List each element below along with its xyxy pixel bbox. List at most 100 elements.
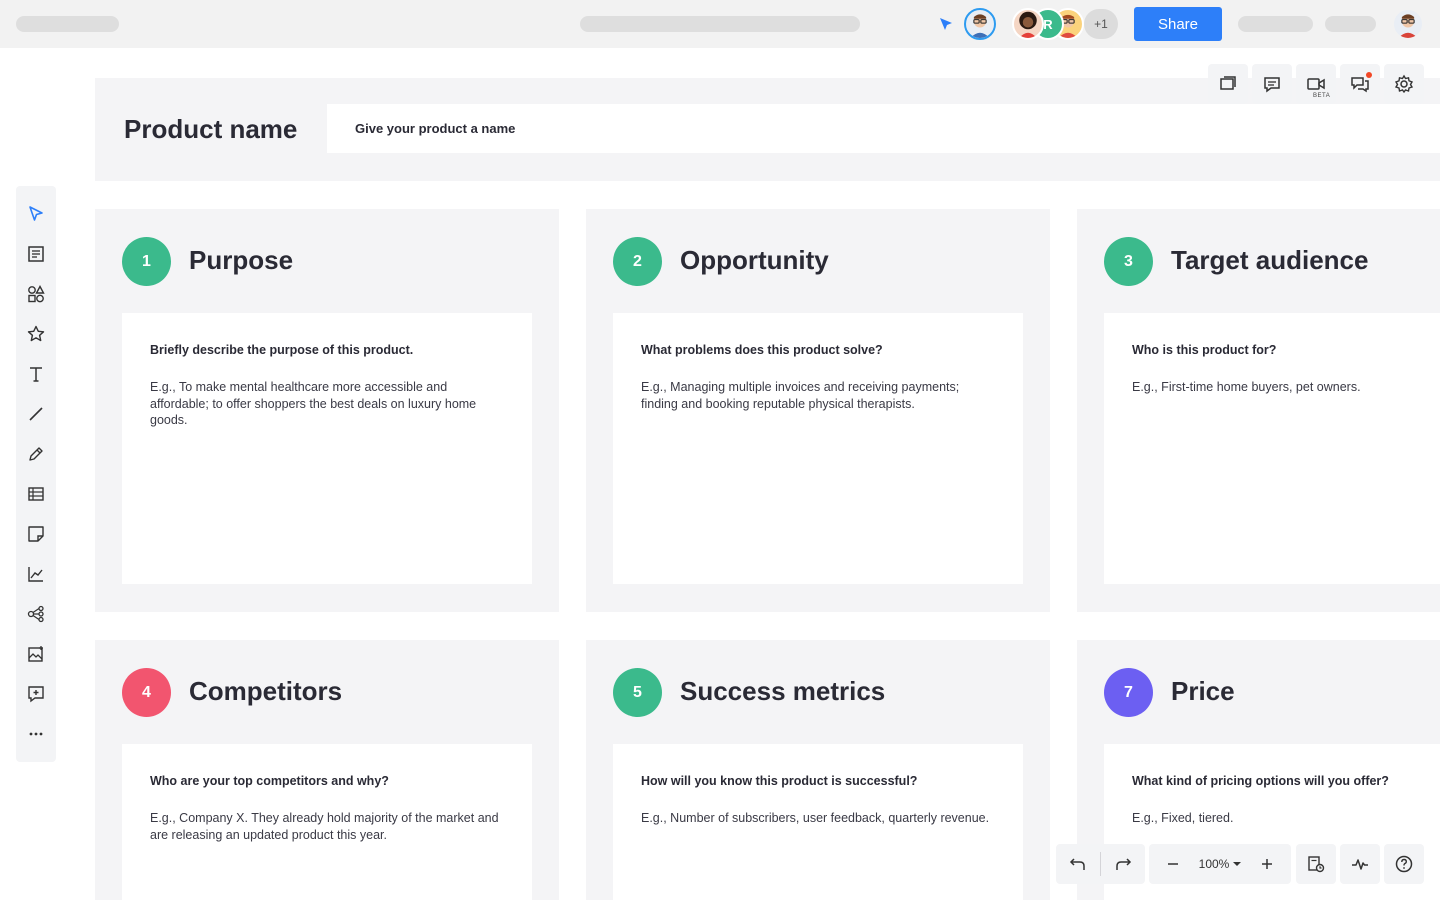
more-dots-icon <box>29 732 43 736</box>
card-number-badge: 4 <box>122 668 171 717</box>
cursor-pointer-icon <box>940 18 952 30</box>
tool-text[interactable] <box>24 362 48 386</box>
add-comment-icon <box>28 686 44 703</box>
card-title: Competitors <box>189 676 343 706</box>
toolbar-placeholder-2[interactable] <box>1325 16 1376 32</box>
activity-pulse-icon <box>1352 859 1368 870</box>
undo-button[interactable] <box>1056 844 1100 884</box>
zoom-in-button[interactable] <box>1255 854 1279 874</box>
card-text-area[interactable]: Who is this product for? E.g., First-tim… <box>1104 313 1440 584</box>
card-question: Who is this product for? <box>1132 343 1277 357</box>
card-question: What problems does this product solve? <box>641 343 883 357</box>
caret-down-icon <box>1233 862 1242 866</box>
comments-button[interactable] <box>1252 64 1292 104</box>
card-number-badge: 1 <box>122 237 171 286</box>
card-number-badge: 2 <box>613 237 662 286</box>
tool-favorites[interactable] <box>24 322 48 346</box>
tool-add-comment[interactable] <box>24 682 48 706</box>
tool-line[interactable] <box>24 402 48 426</box>
tool-table[interactable] <box>24 482 48 506</box>
notification-dot <box>1366 72 1372 78</box>
card-text-area[interactable]: How will you know this product is succes… <box>613 744 1023 900</box>
zoom-out-button[interactable] <box>1161 854 1185 874</box>
product-name-title: Product name <box>124 114 298 144</box>
undo-redo-bar <box>1056 844 1145 884</box>
share-button[interactable]: Share <box>1134 7 1222 41</box>
zoom-level-dropdown[interactable]: 100% <box>1199 857 1242 871</box>
tool-mind-map[interactable] <box>24 602 48 626</box>
card-example: E.g., Number of subscribers, user feedba… <box>641 811 990 825</box>
card-example: E.g., Fixed, tiered. <box>1132 811 1234 825</box>
select-arrow-icon <box>29 206 43 221</box>
tool-upload-image[interactable] <box>24 642 48 666</box>
card-example: E.g., To make mental healthcare more acc… <box>150 380 477 427</box>
frames-button[interactable] <box>1208 64 1248 104</box>
tool-pen[interactable] <box>24 442 48 466</box>
chat-button[interactable] <box>1340 64 1380 104</box>
card-success-metrics: 5 Success metrics How will you know this… <box>586 640 1050 900</box>
beta-label: BETA <box>1313 93 1331 99</box>
left-toolbar <box>16 186 56 762</box>
chart-icon <box>28 567 43 582</box>
card-purpose: 1 Purpose Briefly describe the purpose o… <box>95 209 559 612</box>
tool-select[interactable] <box>24 202 48 226</box>
help-button[interactable] <box>1384 844 1424 884</box>
card-text-area[interactable]: Who are your top competitors and why? E.… <box>122 744 532 900</box>
image-icon <box>28 646 43 662</box>
card-title: Success metrics <box>680 676 886 706</box>
frames-icon <box>1220 76 1236 90</box>
redo-icon <box>1116 858 1132 870</box>
board-history-button[interactable] <box>1296 844 1336 884</box>
line-icon <box>29 407 43 421</box>
redo-button[interactable] <box>1101 844 1145 884</box>
card-number-badge: 3 <box>1104 237 1153 286</box>
undo-icon <box>1069 858 1085 870</box>
shapes-icon <box>28 285 45 303</box>
product-name-field[interactable]: Give your product a name <box>327 104 1440 153</box>
star-icon <box>27 325 45 342</box>
tool-shapes[interactable] <box>24 282 48 306</box>
card-question: How will you know this product is succes… <box>641 774 918 788</box>
pen-icon <box>29 447 43 461</box>
card-competitors: 4 Competitors Who are your top competito… <box>95 640 559 900</box>
card-example: E.g., Managing multiple invoices and rec… <box>641 380 960 411</box>
zoom-level-value: 100% <box>1198 857 1230 871</box>
board-history-icon <box>1308 856 1325 873</box>
more-collaborators-badge[interactable]: +1 <box>1084 9 1118 39</box>
card-title: Purpose <box>189 245 294 275</box>
table-icon <box>28 487 44 501</box>
card-question: Briefly describe the purpose of this pro… <box>150 343 414 357</box>
plus-icon <box>1261 859 1272 869</box>
avatar-profile-menu[interactable] <box>1392 8 1424 40</box>
templates-icon <box>28 246 44 262</box>
tool-sticky-note[interactable] <box>24 522 48 546</box>
tool-chart[interactable] <box>24 562 48 586</box>
zoom-bar: 100% <box>1149 844 1291 884</box>
card-number-badge: 5 <box>613 668 662 717</box>
avatar-collaborator-1[interactable] <box>1012 8 1044 40</box>
mind-map-icon <box>27 605 44 623</box>
sticky-note-icon <box>28 526 44 542</box>
toolbar-placeholder-1[interactable] <box>1238 16 1313 32</box>
minus-icon <box>1168 863 1178 865</box>
card-question: What kind of pricing options will you of… <box>1132 774 1389 788</box>
card-example: E.g., First-time home buyers, pet owners… <box>1132 380 1361 394</box>
board-title-placeholder[interactable] <box>16 16 119 32</box>
top-bar: R +1 Share <box>0 0 1440 48</box>
activity-button[interactable] <box>1340 844 1380 884</box>
board-center-placeholder <box>580 16 860 32</box>
tool-more[interactable] <box>24 722 48 746</box>
card-number-badge: 7 <box>1104 668 1153 717</box>
card-text-area[interactable]: What problems does this product solve? E… <box>613 313 1023 584</box>
settings-button[interactable] <box>1384 64 1424 104</box>
comment-icon <box>1264 77 1280 93</box>
card-text-area[interactable]: Briefly describe the purpose of this pro… <box>122 313 532 584</box>
video-camera-icon <box>1307 78 1325 90</box>
card-title: Target audience <box>1171 245 1369 275</box>
card-question: Who are your top competitors and why? <box>150 774 389 788</box>
avatar-current-user[interactable] <box>964 8 996 40</box>
card-title: Price <box>1171 676 1235 706</box>
tool-templates[interactable] <box>24 242 48 266</box>
card-example: E.g., Company X. They already hold major… <box>150 811 499 842</box>
help-icon <box>1395 855 1413 873</box>
